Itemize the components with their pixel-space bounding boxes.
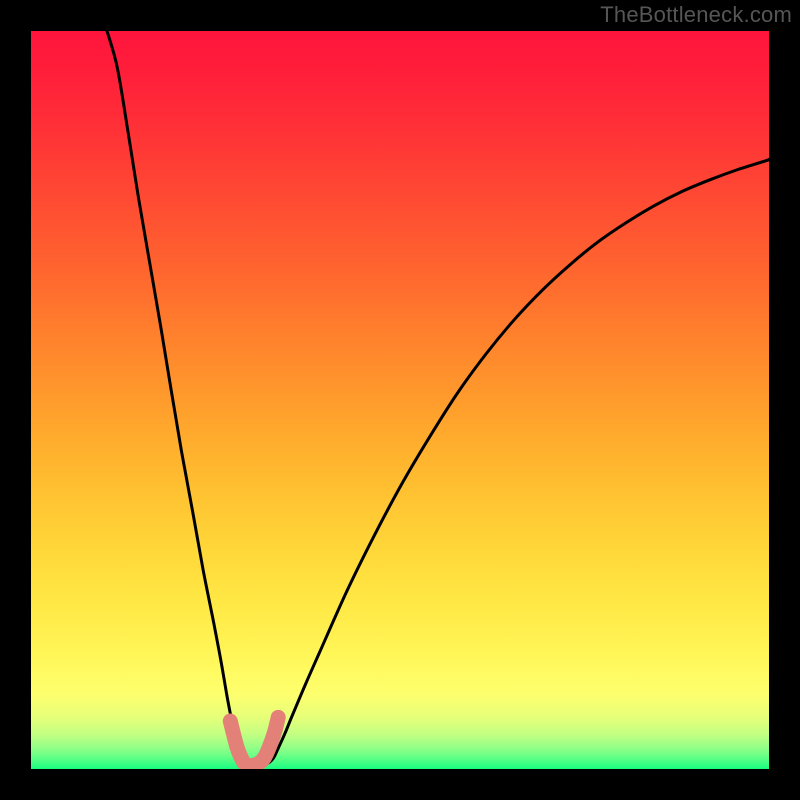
valley-bead [262,740,276,754]
valley-bead [268,725,282,739]
gradient-background [31,31,769,769]
valley-bead [223,714,237,728]
chart-stage: TheBottleneck.com [0,0,800,800]
plot-svg [31,31,769,769]
plot-area [31,31,769,769]
valley-bead [271,710,285,724]
watermark-text: TheBottleneck.com [600,2,792,28]
